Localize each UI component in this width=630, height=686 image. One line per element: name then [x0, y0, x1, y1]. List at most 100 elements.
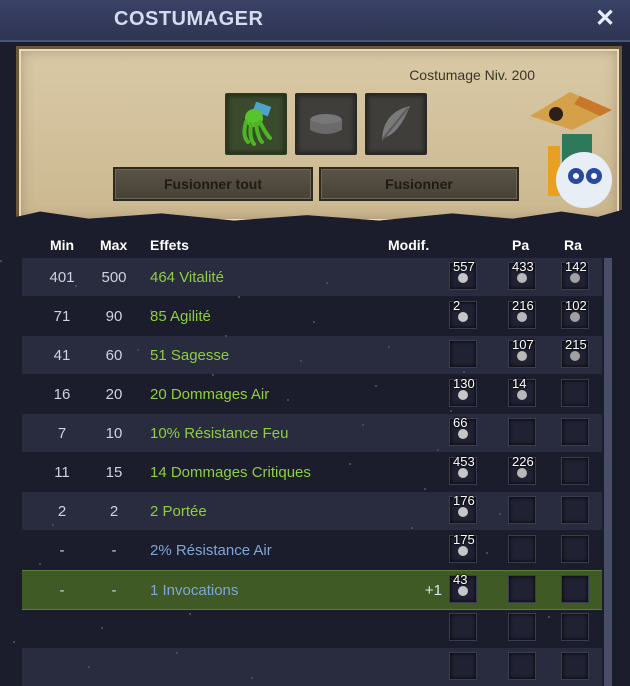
cell-effect: 85 Agilité	[150, 308, 211, 325]
cell-min: 2	[57, 503, 67, 520]
header-modif: Modif.	[388, 237, 430, 253]
cell-effect: 2 Portée	[150, 503, 207, 520]
rune-slot-base[interactable]: 130	[449, 376, 477, 407]
table-row[interactable]: 71 90 85 Agilité 2 216 102	[22, 297, 602, 335]
title-bar: COSTUMAGER ✕	[0, 0, 630, 42]
rune-count: 557	[453, 259, 475, 274]
rune-slot-ra[interactable]: 102	[561, 298, 589, 329]
cell-max: 10	[105, 425, 123, 442]
rune-slot-base[interactable]	[449, 340, 477, 368]
rune-gem-icon	[458, 273, 468, 283]
cell-min: -	[59, 582, 65, 599]
rune-slot-ra[interactable]: 215	[561, 337, 589, 368]
rune-count: 2	[453, 298, 461, 313]
rune-gem-icon	[570, 351, 580, 361]
rune-slot-pa[interactable]: 216	[508, 298, 536, 329]
cell-effect: 51 Sagesse	[150, 347, 230, 364]
table-row[interactable]: 11 15 14 Dommages Critiques 453 226	[22, 453, 602, 491]
rune-slot-ra[interactable]	[561, 535, 589, 563]
cell-effect: 10% Résistance Feu	[150, 425, 289, 442]
rune-slot-ra[interactable]	[561, 575, 589, 603]
rune-slot-pa[interactable]	[508, 535, 536, 563]
table-row[interactable]: 401 500 464 Vitalité 557 433 142	[22, 258, 602, 296]
table-row[interactable]: - - 1 Invocations +1 43	[22, 570, 602, 610]
rune-gem-icon	[458, 546, 468, 556]
rune-gem-icon	[458, 586, 468, 596]
rune-slot-pa[interactable]	[508, 652, 536, 680]
scrollbar[interactable]	[604, 258, 612, 686]
header-max: Max	[100, 237, 128, 253]
header-effects: Effets	[150, 237, 189, 253]
rune-slot-base[interactable]	[449, 613, 477, 641]
rune-slot-ra[interactable]: 142	[561, 259, 589, 290]
rune-count: 176	[453, 493, 475, 508]
slot-1[interactable]	[225, 93, 287, 155]
rune-slot-base[interactable]: 2	[449, 298, 477, 329]
rune-slot-base[interactable]: 557	[449, 259, 477, 290]
rune-slot-ra[interactable]	[561, 613, 589, 641]
cell-max: 90	[105, 308, 123, 325]
rune-slot-base[interactable]	[449, 652, 477, 680]
character-avatar	[530, 92, 612, 208]
cell-max: 15	[105, 464, 123, 481]
cell-effect: 2% Résistance Air	[150, 542, 272, 559]
rune-slot-base[interactable]: 453	[449, 454, 477, 485]
cell-min: 71	[53, 308, 71, 325]
rune-slot-pa[interactable]: 433	[508, 259, 536, 290]
slot-2[interactable]	[295, 93, 357, 155]
rune-slot-pa[interactable]	[508, 575, 536, 603]
table-row[interactable]: 41 60 51 Sagesse 107 215	[22, 336, 602, 374]
rune-gem-icon	[458, 429, 468, 439]
slot-3[interactable]	[365, 93, 427, 155]
rune-slot-pa[interactable]	[508, 496, 536, 524]
rune-count: 226	[512, 454, 534, 469]
squid-item-icon	[242, 102, 272, 146]
table-row[interactable]: 16 20 20 Dommages Air 130 14	[22, 375, 602, 413]
rune-count: 175	[453, 532, 475, 547]
rune-count: 453	[453, 454, 475, 469]
rune-gem-icon	[458, 312, 468, 322]
feather-slot-icon	[381, 106, 410, 141]
rune-slot-ra[interactable]	[561, 418, 589, 446]
fuse-all-button[interactable]: Fusionner tout	[113, 167, 313, 201]
rune-slot-pa[interactable]: 107	[508, 337, 536, 368]
rune-slot-ra[interactable]	[561, 496, 589, 524]
rune-slot-ra[interactable]	[561, 652, 589, 680]
close-icon[interactable]: ✕	[590, 4, 620, 34]
header-ra: Ra	[564, 237, 582, 253]
cell-min: 16	[53, 386, 71, 403]
rune-slot-ra[interactable]	[561, 457, 589, 485]
cell-max: -	[111, 542, 117, 559]
rune-slot-base[interactable]: 66	[449, 415, 477, 446]
cell-effect: 14 Dommages Critiques	[150, 464, 311, 481]
rune-count: 130	[453, 376, 475, 391]
rune-slot-pa[interactable]: 226	[508, 454, 536, 485]
fuse-button[interactable]: Fusionner	[319, 167, 519, 201]
rune-slot-base[interactable]: 43	[449, 572, 477, 603]
rune-slot-base[interactable]: 175	[449, 532, 477, 563]
rune-gem-icon	[570, 312, 580, 322]
rune-slot-pa[interactable]: 14	[508, 376, 536, 407]
table-row[interactable]: 2 2 2 Portée 176	[22, 492, 602, 530]
rune-count: 43	[453, 572, 468, 587]
cell-modif: +1	[424, 582, 442, 599]
rune-gem-icon	[458, 390, 468, 400]
scrollbar-thumb[interactable]	[604, 258, 612, 686]
header-min: Min	[50, 237, 75, 253]
table-row[interactable]	[22, 648, 602, 686]
cell-effect: 1 Invocations	[150, 582, 239, 599]
table-row[interactable]	[22, 609, 602, 647]
cell-effect: 464 Vitalité	[150, 269, 224, 286]
rune-gem-icon	[570, 273, 580, 283]
table-row[interactable]: 7 10 10% Résistance Feu 66	[22, 414, 602, 452]
rune-slot-base[interactable]: 176	[449, 493, 477, 524]
cell-min: 11	[54, 464, 70, 481]
rune-slot-pa[interactable]	[508, 418, 536, 446]
cell-min: 41	[53, 347, 71, 364]
table-row[interactable]: - - 2% Résistance Air 175	[22, 531, 602, 569]
rune-slot-pa[interactable]	[508, 613, 536, 641]
rune-count: 102	[565, 298, 587, 313]
rune-count: 66	[453, 415, 468, 430]
background-star	[13, 641, 15, 643]
rune-slot-ra[interactable]	[561, 379, 589, 407]
